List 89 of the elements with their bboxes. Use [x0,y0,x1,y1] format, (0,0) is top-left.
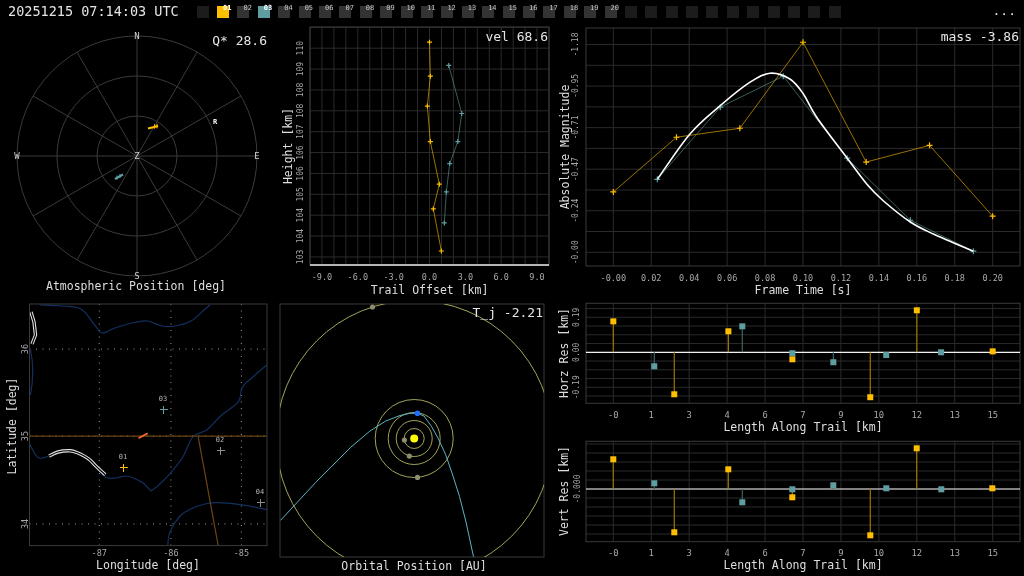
y-tick-label: 108 [296,82,305,98]
x-tick-label: 4 [724,548,730,558]
x-tick-label: 10 [873,410,885,420]
latitude-label: 36 [19,344,30,355]
x-tick-label: 0.06 [716,273,738,283]
x-tick-label: 0.14 [868,273,890,283]
x-axis-title: Length Along Trail [km] [723,420,883,434]
x-tick-label: 7 [800,548,806,558]
y-tick-label: -0.24 [571,198,581,223]
map-axis-title: Longitude [deg] [96,557,200,572]
x-tick-label: 7 [800,410,806,420]
x-tick-label: 3 [686,410,692,420]
y-tick-label: 107 [296,124,305,139]
x-tick-label: 13 [949,410,961,420]
latitude-label: 35 [19,431,30,442]
x-tick-label: 0.04 [678,273,700,283]
x-axis-title: Trail Offset [km] [370,283,489,297]
y-axis-title: Height [km] [281,107,295,185]
x-tick-label: 0.08 [754,273,776,283]
y-tick-label: 0.00 [572,342,582,362]
chart-title: Orbital Position [AU] [341,558,487,573]
x-tick-label: 0.12 [830,273,852,283]
x-tick-label: 0.0 [421,272,438,282]
x-tick-label: 0.10 [792,273,814,283]
compass-label: S [134,271,140,281]
y-tick-label: 103 [296,249,305,265]
x-tick-label: 12 [911,548,923,558]
y-tick-label: 106 [296,145,305,160]
x-tick-label: -0.00 [600,273,627,283]
y-tick-label: 105 [296,187,305,202]
y-tick-label: -1.18 [571,32,581,57]
map-axis-title: Latitude [deg] [5,377,19,475]
x-tick-label: 3.0 [457,272,474,282]
x-tick-label: 6.0 [493,272,509,282]
y-tick-label: -0.00 [571,240,581,265]
metric-readout: T_j -2.21 [472,304,543,320]
x-tick-label: 1 [648,410,654,420]
timestamp: 20251215 07:14:03 UTC [8,5,179,19]
y-tick-label: 106 [296,166,305,181]
x-tick-label: 0.02 [641,273,662,283]
x-tick-label: 12 [911,410,923,420]
x-tick-label: 9 [838,548,844,558]
y-tick-label: -0.47 [571,157,581,182]
y-tick-label: -0.71 [571,115,581,140]
x-tick-label: 0.16 [906,273,928,283]
x-tick-label: 1 [648,548,654,558]
x-tick-label: 15 [987,410,998,420]
longitude-label: -86 [163,548,179,558]
y-axis-title: Absolute Magnitude [558,84,572,210]
metric-readout: mass -3.86 [940,28,1019,44]
x-tick-label: 0.20 [982,273,1003,283]
compass-label: N [134,31,140,41]
x-axis-title: Frame Time [s] [754,283,852,297]
y-tick-label: 109 [296,61,305,77]
metric-readout: Q* 28.6 [212,32,267,48]
y-tick-label: 108 [296,103,305,119]
y-tick-label: 104 [296,207,305,223]
x-axis-title: Length Along Trail [km] [723,558,883,572]
chart-title: Atmospheric Position [deg] [46,279,226,293]
x-tick-label: 0.18 [944,273,965,283]
y-tick-label: -0.95 [571,73,581,98]
x-tick-label: 9.0 [529,272,545,282]
x-tick-label: -9.0 [311,272,333,282]
y-tick-label: 104 [296,228,305,244]
compass-label: E [254,151,260,161]
x-tick-label: 6 [762,548,768,558]
x-tick-label: -6.0 [347,272,369,282]
metric-readout: vel 68.6 [485,28,548,44]
x-tick-label: 4 [724,410,730,420]
x-tick-label: 9 [838,410,844,420]
y-tick-label: -0.000 [572,474,582,504]
x-tick-label: 10 [873,548,885,558]
x-tick-label: 13 [949,548,961,558]
x-tick-label: 3 [686,548,692,558]
y-tick-label: -0.19 [572,375,582,400]
longitude-label: -85 [233,548,250,558]
compass-label: W [14,151,20,161]
y-axis-title: Vert Res [km] [557,446,571,536]
x-tick-label: -3.0 [383,272,404,282]
latitude-label: 34 [19,518,30,530]
x-tick-label: 15 [987,548,998,558]
zenith-label: Z [134,151,140,161]
y-tick-label: 0.19 [572,307,582,327]
longitude-label: -87 [91,548,107,558]
x-tick-label: -0 [608,410,619,420]
y-axis-title: Horz Res [km] [557,308,571,398]
x-tick-label: -0 [608,548,619,558]
y-tick-label: 110 [296,40,305,56]
x-tick-label: 6 [762,410,768,420]
